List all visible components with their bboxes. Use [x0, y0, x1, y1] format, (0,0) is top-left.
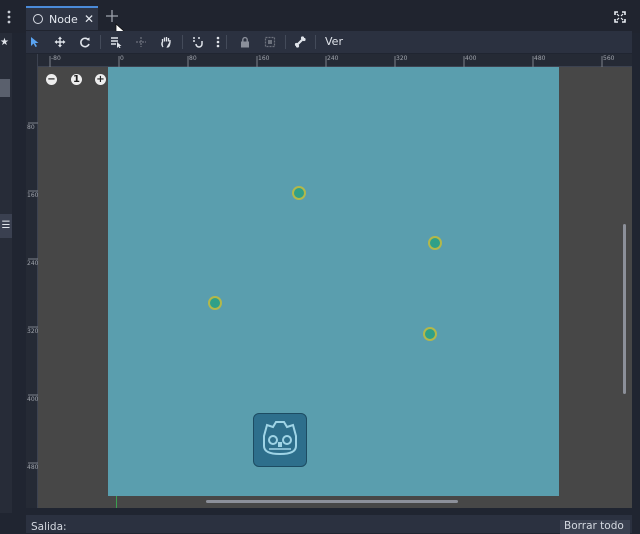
menu-dots-icon[interactable]: [7, 10, 11, 24]
output-label: Salida:: [31, 521, 67, 533]
ruler-tick-label: 480: [534, 55, 546, 62]
dock-tab-handle[interactable]: ☰: [0, 214, 12, 238]
ruler-top[interactable]: -80 0 80 160 240 320 400 480 560: [26, 54, 632, 67]
zoom-reset-button[interactable]: 1: [71, 74, 82, 85]
output-panel: Salida: Borrar todo: [26, 515, 632, 534]
scene-tab-bar: Node ✕: [0, 0, 640, 39]
ruler-tick-label: 80: [189, 55, 197, 62]
dock-scroll-handle[interactable]: [0, 79, 10, 97]
scene-background: [108, 67, 559, 496]
ruler-tick-label: 240: [327, 55, 339, 62]
more-vertical-icon[interactable]: [210, 34, 226, 50]
ruler-tick-label: 320: [396, 55, 408, 62]
pan-icon[interactable]: [158, 34, 174, 50]
origin-axis: [116, 496, 117, 508]
left-dock: ★ ☰: [0, 33, 12, 513]
ruler-tick-label: 400: [27, 396, 39, 403]
view-menu[interactable]: Ver: [325, 35, 343, 48]
clear-all-button[interactable]: Borrar todo: [560, 520, 630, 534]
ruler-tick-label: 160: [27, 192, 39, 199]
zoom-in-button[interactable]: +: [95, 74, 106, 85]
ruler-left[interactable]: 80 160 240 320 400 480: [26, 54, 38, 508]
ruler-tick-label: 320: [27, 328, 39, 335]
godot-logo-icon[interactable]: [253, 413, 307, 467]
ruler-tick-label: 560: [603, 55, 615, 62]
close-icon[interactable]: ✕: [84, 12, 94, 26]
distraction-free-icon[interactable]: [614, 11, 626, 23]
canvas-toolbar: Ver: [26, 31, 632, 53]
vertical-scrollbar[interactable]: [623, 224, 626, 394]
node-icon: [33, 14, 43, 24]
select-icon[interactable]: [27, 34, 43, 50]
snap-icon[interactable]: [189, 34, 205, 50]
tab-label: Node: [49, 12, 78, 26]
pivot-icon[interactable]: [133, 34, 149, 50]
group-icon[interactable]: [262, 34, 278, 50]
move-icon[interactable]: [52, 34, 68, 50]
ruler-tick-label: 400: [465, 55, 477, 62]
node-marker[interactable]: [208, 296, 222, 310]
ruler-tick-label: 240: [27, 260, 39, 267]
node-marker[interactable]: [423, 327, 437, 341]
zoom-out-button[interactable]: −: [46, 74, 57, 85]
horizontal-scrollbar[interactable]: [206, 500, 458, 503]
ruler-tick-label: -80: [51, 55, 61, 62]
lock-icon[interactable]: [237, 34, 253, 50]
ruler-tick-label: 80: [27, 124, 35, 131]
ruler-tick-label: 480: [27, 464, 39, 471]
favorites-star-icon[interactable]: ★: [0, 37, 10, 48]
tab-node[interactable]: Node ✕: [26, 6, 98, 30]
bone-icon[interactable]: [292, 34, 308, 50]
ruler-tick-label: 0: [120, 55, 124, 62]
rotate-icon[interactable]: [77, 34, 93, 50]
ruler-tick-label: 160: [258, 55, 270, 62]
node-marker[interactable]: [292, 186, 306, 200]
list-select-icon[interactable]: [108, 34, 124, 50]
canvas-viewport[interactable]: -80 0 80 160 240 320 400 480 560 80 160 …: [26, 54, 632, 508]
add-tab-icon[interactable]: [105, 9, 119, 23]
node-marker[interactable]: [428, 236, 442, 250]
